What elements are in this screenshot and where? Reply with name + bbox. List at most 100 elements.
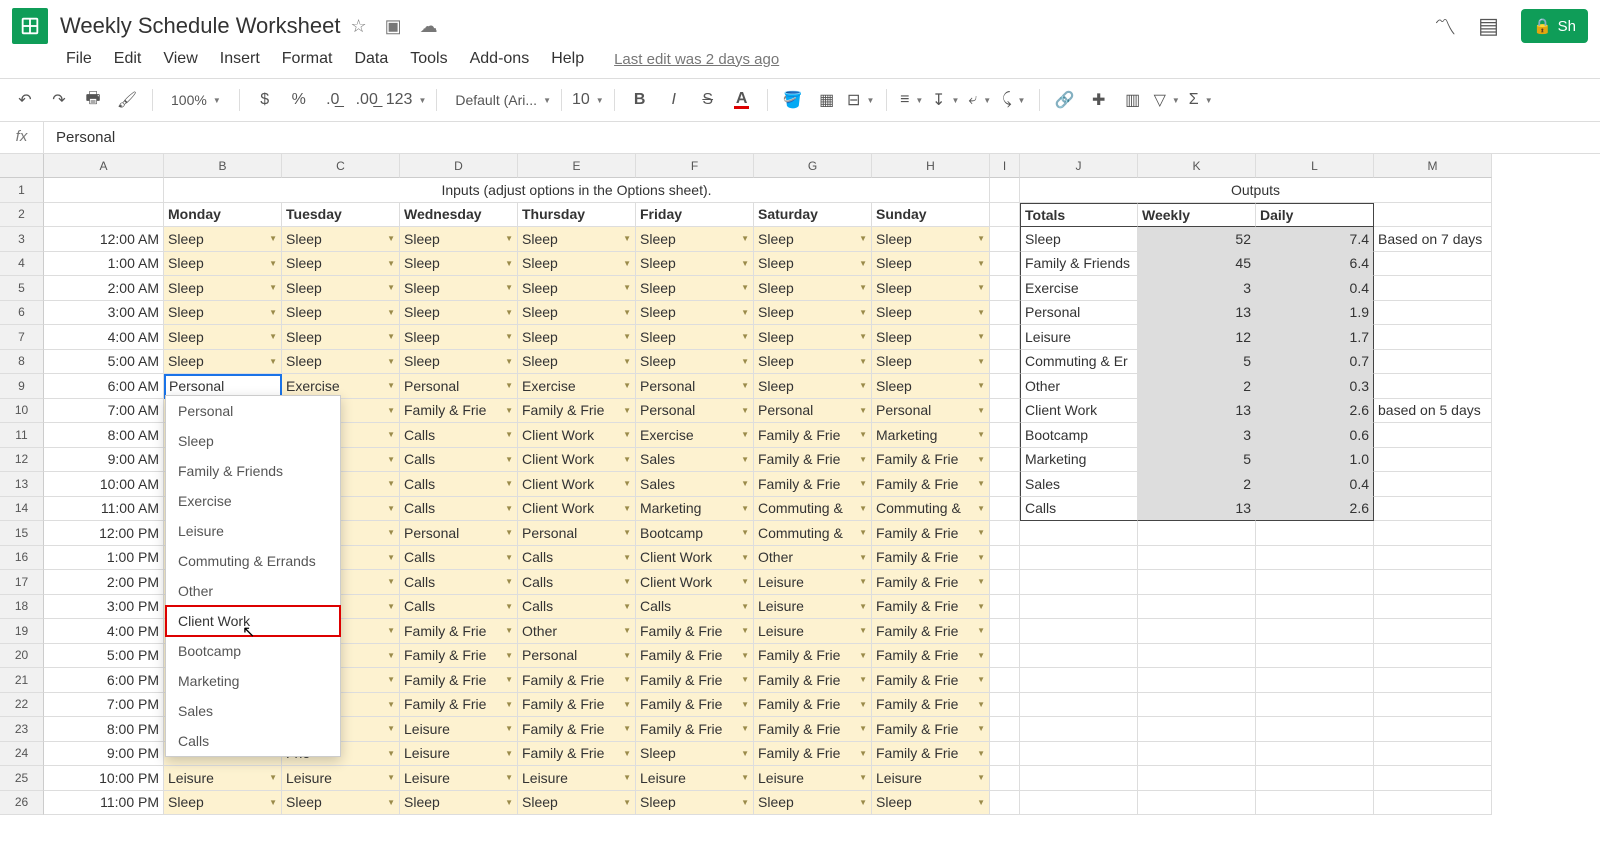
dropdown-item[interactable]: Personal bbox=[166, 396, 340, 426]
schedule-cell[interactable]: Sleep bbox=[282, 791, 400, 816]
cell[interactable] bbox=[1256, 521, 1374, 546]
strike-button[interactable]: S bbox=[693, 85, 723, 115]
schedule-cell[interactable]: Family & Frie bbox=[872, 595, 990, 620]
schedule-cell[interactable]: Sleep bbox=[164, 791, 282, 816]
borders-button[interactable]: ▦ bbox=[812, 85, 842, 115]
dropdown-item[interactable]: Marketing bbox=[166, 666, 340, 696]
row-header[interactable]: 2 bbox=[0, 203, 44, 228]
comment-insert-button[interactable]: ✚ bbox=[1084, 85, 1114, 115]
row-header[interactable]: 7 bbox=[0, 325, 44, 350]
row-header[interactable]: 21 bbox=[0, 668, 44, 693]
dropdown-item[interactable]: Family & Friends bbox=[166, 456, 340, 486]
schedule-cell[interactable]: Personal bbox=[400, 374, 518, 399]
cell[interactable] bbox=[1256, 570, 1374, 595]
schedule-cell[interactable]: Calls bbox=[400, 570, 518, 595]
schedule-cell[interactable]: Personal bbox=[518, 644, 636, 669]
schedule-cell[interactable]: Family & Frie bbox=[872, 546, 990, 571]
schedule-cell[interactable]: Family & Frie bbox=[872, 448, 990, 473]
schedule-cell[interactable]: Sleep bbox=[518, 791, 636, 816]
schedule-cell[interactable]: Other bbox=[754, 546, 872, 571]
cell[interactable] bbox=[1256, 766, 1374, 791]
schedule-cell[interactable]: Personal bbox=[754, 399, 872, 424]
schedule-cell[interactable]: Sleep bbox=[518, 227, 636, 252]
rotate-button[interactable]: ⤹ bbox=[999, 85, 1029, 115]
schedule-cell[interactable]: Sleep bbox=[400, 276, 518, 301]
dropdown-item[interactable]: Calls bbox=[166, 726, 340, 756]
schedule-cell[interactable]: Family & Frie bbox=[636, 717, 754, 742]
filter-button[interactable]: ▽ bbox=[1152, 85, 1182, 115]
cell[interactable] bbox=[1374, 668, 1492, 693]
dec-decrease-button[interactable]: .0̲ bbox=[318, 85, 348, 115]
cell[interactable] bbox=[990, 178, 1020, 203]
schedule-cell[interactable]: Sleep bbox=[636, 350, 754, 375]
row-header[interactable]: 20 bbox=[0, 644, 44, 669]
col-header[interactable]: B bbox=[164, 154, 282, 178]
cell[interactable] bbox=[990, 717, 1020, 742]
schedule-cell[interactable]: Family & Frie bbox=[400, 644, 518, 669]
schedule-cell[interactable]: Personal bbox=[400, 521, 518, 546]
menu-data[interactable]: Data bbox=[354, 50, 388, 68]
schedule-cell[interactable]: Leisure bbox=[400, 742, 518, 767]
currency-button[interactable]: $ bbox=[250, 85, 280, 115]
col-header[interactable]: L bbox=[1256, 154, 1374, 178]
row-header[interactable]: 26 bbox=[0, 791, 44, 816]
menu-edit[interactable]: Edit bbox=[114, 50, 142, 68]
cell[interactable] bbox=[990, 668, 1020, 693]
schedule-cell[interactable]: Sales bbox=[636, 472, 754, 497]
schedule-cell[interactable]: Client Work bbox=[518, 448, 636, 473]
schedule-cell[interactable]: Other bbox=[518, 619, 636, 644]
star-icon[interactable]: ☆ bbox=[350, 16, 366, 37]
cell[interactable] bbox=[1256, 668, 1374, 693]
schedule-cell[interactable]: Leisure bbox=[164, 766, 282, 791]
cell[interactable] bbox=[1020, 766, 1138, 791]
schedule-cell[interactable]: Personal bbox=[872, 399, 990, 424]
schedule-cell[interactable]: Sleep bbox=[636, 227, 754, 252]
schedule-cell[interactable]: Family & Frie bbox=[754, 742, 872, 767]
row-header[interactable]: 19 bbox=[0, 619, 44, 644]
last-edit-link[interactable]: Last edit was 2 days ago bbox=[614, 51, 779, 68]
schedule-cell[interactable]: Family & Frie bbox=[518, 717, 636, 742]
cell[interactable] bbox=[1138, 570, 1256, 595]
dropdown-item[interactable]: Sleep bbox=[166, 426, 340, 456]
schedule-cell[interactable]: Sleep bbox=[282, 350, 400, 375]
schedule-cell[interactable]: Leisure bbox=[754, 619, 872, 644]
validation-dropdown[interactable]: PersonalSleepFamily & FriendsExerciseLei… bbox=[165, 395, 341, 757]
schedule-cell[interactable]: Personal bbox=[518, 521, 636, 546]
cell[interactable] bbox=[1374, 570, 1492, 595]
menu-help[interactable]: Help bbox=[551, 50, 584, 68]
schedule-cell[interactable]: Sleep bbox=[872, 791, 990, 816]
schedule-cell[interactable]: Sleep bbox=[636, 252, 754, 277]
schedule-cell[interactable]: Sleep bbox=[636, 301, 754, 326]
schedule-cell[interactable]: Sleep bbox=[518, 252, 636, 277]
cell[interactable] bbox=[1020, 644, 1138, 669]
schedule-cell[interactable]: Family & Frie bbox=[754, 717, 872, 742]
comment-icon[interactable]: ▤ bbox=[1478, 13, 1499, 39]
cell[interactable] bbox=[1138, 644, 1256, 669]
schedule-cell[interactable]: Sleep bbox=[400, 791, 518, 816]
percent-button[interactable]: % bbox=[284, 85, 314, 115]
row-header[interactable]: 11 bbox=[0, 423, 44, 448]
cell[interactable] bbox=[1138, 766, 1256, 791]
link-button[interactable]: 🔗 bbox=[1050, 85, 1080, 115]
schedule-cell[interactable]: Family & Frie bbox=[754, 472, 872, 497]
cell[interactable] bbox=[990, 742, 1020, 767]
cell[interactable] bbox=[1138, 791, 1256, 816]
schedule-cell[interactable]: Sleep bbox=[754, 227, 872, 252]
row-header[interactable]: 24 bbox=[0, 742, 44, 767]
schedule-cell[interactable]: Sleep bbox=[872, 374, 990, 399]
italic-button[interactable]: I bbox=[659, 85, 689, 115]
schedule-cell[interactable]: Sleep bbox=[872, 276, 990, 301]
print-button[interactable]: 🖶 bbox=[78, 85, 108, 115]
row-header[interactable]: 9 bbox=[0, 374, 44, 399]
schedule-cell[interactable]: Calls bbox=[400, 448, 518, 473]
schedule-cell[interactable]: Sleep bbox=[754, 276, 872, 301]
cell[interactable] bbox=[990, 203, 1020, 228]
schedule-cell[interactable]: Exercise bbox=[636, 423, 754, 448]
schedule-cell[interactable]: Client Work bbox=[636, 546, 754, 571]
schedule-cell[interactable]: Family & Frie bbox=[754, 423, 872, 448]
schedule-cell[interactable]: Leisure bbox=[754, 595, 872, 620]
cell[interactable] bbox=[1020, 742, 1138, 767]
schedule-cell[interactable]: Sleep bbox=[754, 350, 872, 375]
schedule-cell[interactable]: Calls bbox=[400, 595, 518, 620]
cell[interactable] bbox=[1020, 693, 1138, 718]
